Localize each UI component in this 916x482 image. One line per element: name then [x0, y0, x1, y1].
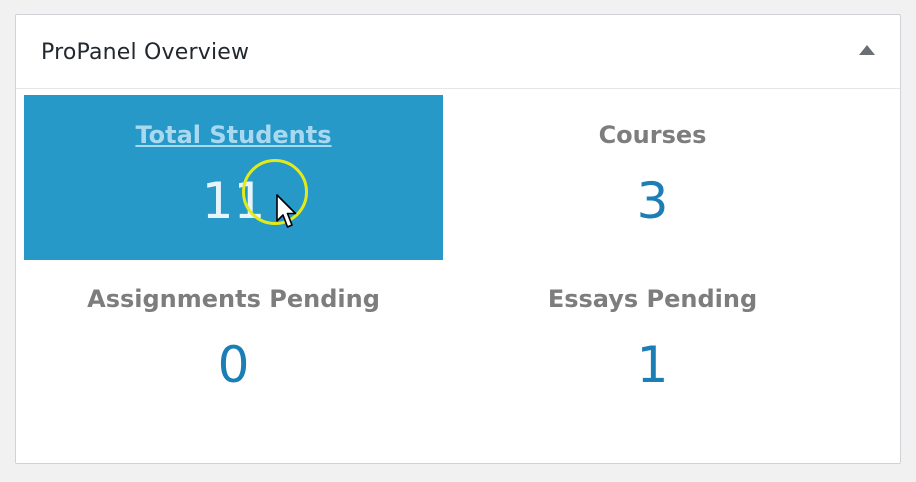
stat-tile-essays-pending[interactable]: Essays Pending 1: [443, 259, 862, 424]
courses-count: 3: [636, 172, 669, 230]
essays-pending-count: 1: [636, 336, 669, 394]
total-students-count: 11: [201, 172, 266, 230]
assignments-pending-count: 0: [217, 336, 250, 394]
assignments-pending-label: Assignments Pending: [87, 285, 380, 313]
collapse-toggle-button[interactable]: [854, 37, 880, 63]
total-students-link[interactable]: Total Students: [24, 121, 443, 149]
stat-tile-assignments-pending[interactable]: Assignments Pending 0: [24, 259, 443, 424]
courses-label: Courses: [598, 121, 707, 149]
essays-pending-label: Essays Pending: [547, 285, 758, 313]
triangle-up-icon: [859, 45, 875, 55]
stat-tile-courses[interactable]: Courses 3: [443, 95, 862, 260]
stat-tile-total-students[interactable]: Total Students 11: [24, 95, 443, 260]
panel-title: ProPanel Overview: [41, 40, 250, 65]
panel-header: ProPanel Overview: [16, 15, 900, 89]
